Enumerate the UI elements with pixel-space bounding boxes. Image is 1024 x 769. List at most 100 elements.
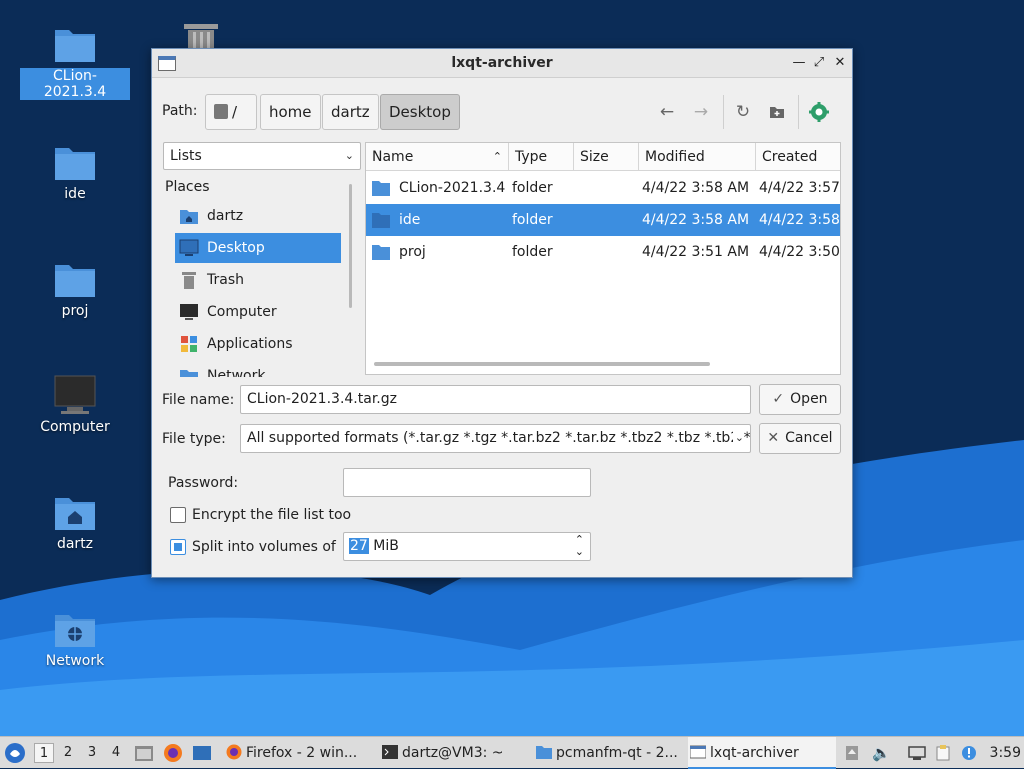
close-icon: ✕ (767, 430, 780, 446)
task-terminal[interactable]: dartz@VM3: ~ (380, 737, 522, 769)
file-name-label: File name: (162, 392, 235, 408)
file-type-select[interactable]: All supported formats (*.tar.gz *.tgz *.… (240, 424, 751, 453)
column-header-modified[interactable]: Modified (639, 143, 756, 171)
encrypt-label[interactable]: Encrypt the file list too (192, 507, 351, 523)
place-trash[interactable]: Trash (175, 265, 341, 295)
places-view-select[interactable]: Lists ⌄ (163, 142, 361, 170)
folder-icon (55, 30, 95, 62)
desktop-switch-1[interactable]: 1 (34, 743, 54, 763)
updates-icon[interactable] (961, 745, 977, 761)
main-menu-icon[interactable] (4, 737, 28, 769)
column-label: Modified (645, 149, 705, 165)
close-button[interactable]: ✕ (830, 53, 850, 73)
split-volumes-label[interactable]: Split into volumes of (192, 539, 336, 555)
task-pcmanfm[interactable]: pcmanfm-qt - 2... (534, 737, 678, 769)
forward-arrow-icon[interactable]: → (686, 97, 716, 127)
column-header-created[interactable]: Created (756, 143, 840, 171)
file-list: Name ⌃ Type Size Modified Created CLion-… (365, 142, 841, 375)
file-name-input[interactable]: CLion-2021.3.4.tar.gz (240, 385, 751, 414)
folder-icon (536, 746, 552, 759)
quicklaunch-firefox-icon[interactable] (163, 737, 185, 769)
place-label: dartz (207, 208, 244, 224)
network-icon[interactable] (908, 745, 926, 761)
column-header-name[interactable]: Name ⌃ (366, 143, 509, 171)
cancel-button[interactable]: ✕ Cancel (759, 423, 841, 454)
file-modified: 4/4/22 3:58 AM (642, 180, 750, 196)
desktop-switch-2[interactable]: 2 (58, 743, 78, 763)
sort-ascending-icon: ⌃ (492, 150, 502, 163)
places-panel: Places dartz Desktop Trash Computer Appl… (163, 171, 353, 377)
column-label: Name (372, 149, 414, 165)
folder-icon (55, 148, 95, 180)
path-label: Path: (162, 103, 198, 119)
network-folder-icon (180, 370, 198, 377)
place-desktop[interactable]: Desktop (175, 233, 341, 263)
file-modified: 4/4/22 3:51 AM (642, 244, 750, 260)
file-modified: 4/4/22 3:58 AM (642, 212, 750, 228)
place-network[interactable]: Network (175, 361, 341, 377)
desktop-icon-network[interactable]: Network (20, 607, 130, 669)
volume-icon[interactable]: 🔈 (872, 745, 891, 761)
desktop-icon-clion[interactable]: CLion-2021.3.4 (20, 22, 130, 100)
breadcrumb-root[interactable]: / (205, 94, 257, 130)
maximize-button[interactable]: ⤢ (809, 53, 829, 73)
breadcrumb-home[interactable]: home (260, 94, 321, 130)
desktop-icon-label: ide (64, 186, 86, 202)
encrypt-checkbox[interactable] (170, 507, 186, 523)
open-button[interactable]: ✓ Open (759, 384, 841, 415)
desktop-switch-4[interactable]: 4 (106, 743, 126, 763)
folder-icon (372, 181, 390, 196)
column-header-size[interactable]: Size (574, 143, 639, 171)
place-computer[interactable]: Computer (175, 297, 341, 327)
volume-size-spinbox[interactable]: 27 MiB ⌃ ⌄ (343, 532, 591, 561)
breadcrumb-dartz[interactable]: dartz (322, 94, 379, 130)
archiver-icon (690, 745, 706, 759)
split-volumes-checkbox[interactable] (170, 539, 186, 555)
check-icon: ✓ (772, 391, 785, 407)
file-list-scrollbar[interactable] (374, 362, 710, 366)
task-firefox[interactable]: Firefox - 2 win... (224, 737, 366, 769)
place-label: Desktop (207, 240, 265, 256)
quicklaunch-file-manager-icon[interactable] (134, 737, 156, 769)
desktop-icon-proj[interactable]: proj (20, 257, 130, 319)
places-scrollbar[interactable] (349, 184, 352, 308)
volume-size-unit: MiB (368, 538, 399, 554)
place-applications[interactable]: Applications (175, 329, 341, 359)
settings-gear-icon[interactable] (804, 97, 834, 127)
computer-icon (54, 375, 96, 414)
desktop-icon (179, 239, 199, 256)
desktop-icon-label: Network (45, 653, 105, 669)
desktop-icon-label: CLion-2021.3.4 (20, 68, 130, 100)
password-input[interactable] (343, 468, 591, 497)
title-bar[interactable]: lxqt-archiver — ⤢ ✕ (152, 49, 852, 78)
folder-icon (55, 265, 95, 297)
applications-icon (181, 336, 197, 352)
quicklaunch-desktop-icon[interactable] (192, 737, 214, 769)
desktop-icon-label: Computer (40, 419, 110, 435)
column-header-type[interactable]: Type (509, 143, 574, 171)
desktop-icon-ide[interactable]: ide (20, 140, 130, 202)
breadcrumb-desktop[interactable]: Desktop (380, 94, 460, 130)
reload-icon[interactable]: ↻ (728, 97, 758, 127)
task-lxqt-archiver[interactable]: lxqt-archiver (688, 737, 836, 769)
eject-icon[interactable] (845, 745, 861, 761)
desktop-icon-dartz[interactable]: dartz (20, 490, 130, 552)
desktop-icon-computer[interactable]: Computer (20, 373, 130, 435)
spin-down-icon[interactable]: ⌄ (575, 539, 584, 560)
file-name: ide (399, 212, 421, 228)
folder-icon (372, 245, 390, 260)
minimize-button[interactable]: — (789, 53, 809, 73)
new-folder-icon[interactable] (762, 97, 792, 127)
column-label: Size (580, 149, 609, 165)
clock[interactable]: 3:59 (989, 737, 1021, 769)
file-type: folder (512, 244, 553, 260)
file-row[interactable]: CLion-2021.3.4 folder 4/4/22 3:58 AM 4/4… (366, 172, 840, 204)
place-dartz[interactable]: dartz (175, 201, 341, 231)
file-row[interactable]: proj folder 4/4/22 3:51 AM 4/4/22 3:50 (366, 236, 840, 268)
back-arrow-icon[interactable]: ← (652, 97, 682, 127)
desktop-switch-3[interactable]: 3 (82, 743, 102, 763)
file-row[interactable]: ide folder 4/4/22 3:58 AM 4/4/22 3:58 (366, 204, 840, 236)
clipboard-icon[interactable] (935, 745, 951, 761)
file-type-value: All supported formats (*.tar.gz *.tgz *.… (247, 430, 751, 446)
file-created: 4/4/22 3:57 (759, 180, 840, 196)
